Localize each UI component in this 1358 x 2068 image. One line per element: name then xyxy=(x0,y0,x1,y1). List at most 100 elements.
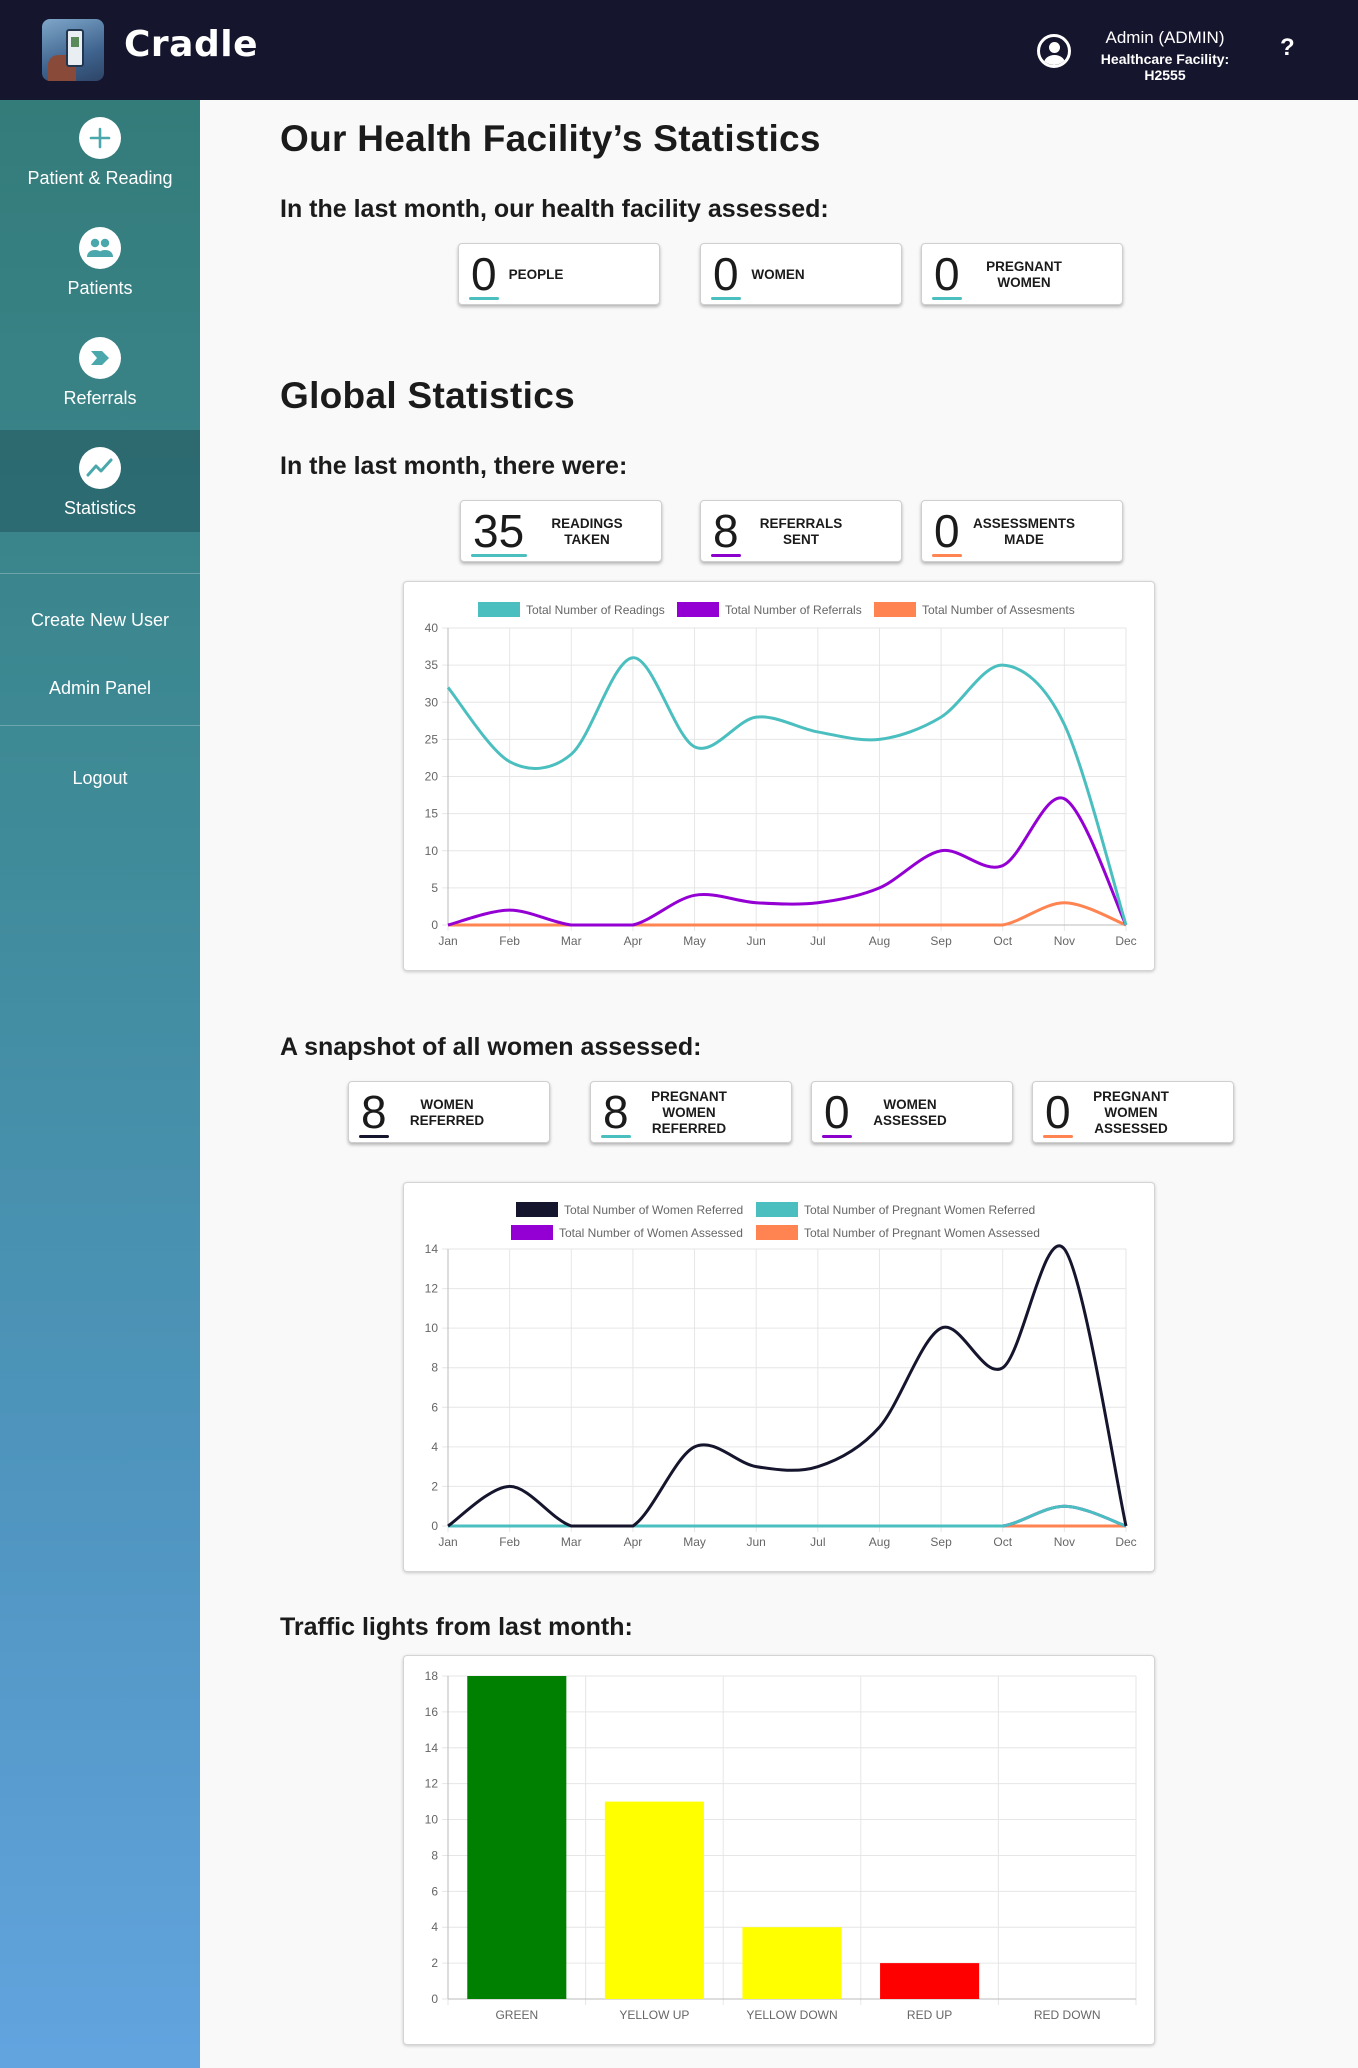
stat-value: 8 xyxy=(361,1086,387,1138)
legend-label: Total Number of Referrals xyxy=(725,603,862,617)
x-tick-label: Dec xyxy=(1115,934,1136,948)
facility-name: Healthcare Facility: H2555 xyxy=(1100,51,1230,83)
stat-card-readings: 35 READINGS TAKEN xyxy=(460,500,662,562)
stat-underline xyxy=(711,297,741,300)
stat-card-pregnant-women: 0 PREGNANT WOMEN xyxy=(921,243,1123,305)
stat-underline xyxy=(932,297,962,300)
y-tick-label: 16 xyxy=(425,1705,439,1719)
sidebar: Patient & Reading Patients Referrals Sta… xyxy=(0,100,200,2068)
sidebar-item-label: Referrals xyxy=(63,388,137,408)
y-tick-label: 0 xyxy=(431,1992,438,2006)
sidebar-item-patients[interactable]: Patients xyxy=(0,210,200,310)
x-tick-label: Oct xyxy=(993,1535,1012,1549)
logout-link[interactable]: Logout xyxy=(0,768,200,789)
legend-label: Total Number of Pregnant Women Referred xyxy=(804,1203,1035,1217)
stat-card-women: 0 WOMEN xyxy=(700,243,902,305)
x-tick-label: Nov xyxy=(1054,1535,1075,1549)
x-tick-label: May xyxy=(683,1535,706,1549)
x-tick-label: Apr xyxy=(624,1535,643,1549)
stat-label: REFERRALS SENT xyxy=(759,516,843,547)
stat-card-people: 0 PEOPLE xyxy=(458,243,660,305)
bar-green xyxy=(467,1676,567,1999)
x-tick-label: Jan xyxy=(438,934,457,948)
x-tick-label: YELLOW UP xyxy=(619,2008,689,2022)
x-tick-label: Nov xyxy=(1054,934,1075,948)
y-tick-label: 14 xyxy=(425,1741,439,1755)
cradle-logo[interactable] xyxy=(42,19,104,81)
facility-stats-subtitle: In the last month, our health facility a… xyxy=(280,195,829,223)
stat-value: 8 xyxy=(603,1086,629,1138)
y-tick-label: 40 xyxy=(425,621,439,635)
y-tick-label: 10 xyxy=(425,844,439,858)
y-tick-label: 8 xyxy=(431,1361,438,1375)
bar-red-up xyxy=(880,1963,980,1999)
send-icon xyxy=(79,337,121,379)
y-tick-label: 0 xyxy=(431,1519,438,1533)
x-tick-label: Aug xyxy=(869,1535,890,1549)
stat-value: 0 xyxy=(713,248,739,300)
account-circle-icon xyxy=(1037,34,1071,68)
x-tick-label: Mar xyxy=(561,1535,582,1549)
x-tick-label: Dec xyxy=(1115,1535,1136,1549)
stat-value: 0 xyxy=(1045,1086,1071,1138)
stat-underline xyxy=(601,1135,631,1138)
readings-line-chart: Jan Feb Mar Apr May Jun Jul Aug Sep Oct Nov Dec 0 5 10… xyxy=(425,602,1137,948)
stat-label: WOMEN xyxy=(751,267,805,282)
x-tick-label: Sep xyxy=(930,1535,952,1549)
chart-line-icon xyxy=(79,447,121,489)
create-new-user-link[interactable]: Create New User xyxy=(0,610,200,631)
y-tick-label: 0 xyxy=(431,918,438,932)
stat-underline xyxy=(1043,1135,1073,1138)
legend-swatch xyxy=(677,602,719,617)
stat-label: WOMEN ASSESSED xyxy=(873,1097,947,1128)
sidebar-item-statistics[interactable]: Statistics xyxy=(0,430,200,532)
sidebar-item-referrals[interactable]: Referrals xyxy=(0,320,200,420)
x-tick-label: Jul xyxy=(810,1535,825,1549)
y-tick-label: 18 xyxy=(425,1669,439,1683)
y-tick-label: 4 xyxy=(431,1920,438,1934)
sidebar-item-label: Statistics xyxy=(63,498,137,518)
y-tick-label: 10 xyxy=(425,1321,439,1335)
stat-card-women-referred: 8 WOMEN REFERRED xyxy=(348,1081,550,1143)
brand-title[interactable]: Cradle xyxy=(124,24,258,65)
legend-label: Total Number of Women Assessed xyxy=(559,1226,743,1240)
people-icon xyxy=(79,227,121,269)
bar-yellow-down xyxy=(742,1927,842,1999)
stat-card-women-assessed: 0 WOMEN ASSESSED xyxy=(811,1081,1013,1143)
sidebar-item-patient-reading[interactable]: Patient & Reading xyxy=(0,100,200,200)
series-line xyxy=(448,1504,1127,1528)
women-line-chart: Jan Feb Mar Apr May Jun Jul Aug Sep Oct Nov Dec 0 2 4 6… xyxy=(425,1202,1137,1549)
stat-card-pregnant-women-referred: 8 PREGNANT WOMEN REFERRED xyxy=(590,1081,792,1143)
y-tick-label: 25 xyxy=(425,732,439,746)
legend-label: Total Number of Assesments xyxy=(922,603,1075,617)
y-tick-label: 14 xyxy=(425,1242,439,1256)
x-tick-label: Jul xyxy=(810,934,825,948)
y-tick-label: 12 xyxy=(425,1777,439,1791)
series-line xyxy=(446,656,1128,926)
readings-chart-card: Jan Feb Mar Apr May Jun Jul Aug Sep Oct Nov Dec 0 5 10… xyxy=(403,581,1155,971)
x-tick-label: Feb xyxy=(499,1535,520,1549)
stat-value: 0 xyxy=(824,1086,850,1138)
stat-card-pregnant-women-assessed: 0 PREGNANT WOMEN ASSESSED xyxy=(1032,1081,1234,1143)
facility-stats-title: Our Health Facility’s Statistics xyxy=(280,118,821,159)
stat-value: 8 xyxy=(713,505,739,557)
y-tick-label: 20 xyxy=(425,770,439,784)
legend-swatch xyxy=(874,602,916,617)
y-tick-label: 6 xyxy=(431,1884,438,1898)
women-chart-card: Jan Feb Mar Apr May Jun Jul Aug Sep Oct Nov Dec 0 2 4 6… xyxy=(403,1182,1155,1572)
help-button[interactable]: ? xyxy=(1280,34,1295,62)
legend-label: Total Number of Readings xyxy=(526,603,665,617)
top-bar: Cradle Admin (ADMIN) Healthcare Facility… xyxy=(0,0,1358,100)
traffic-title: Traffic lights from last month: xyxy=(280,1613,633,1641)
series-line xyxy=(447,1244,1128,1528)
user-name: Admin (ADMIN) xyxy=(1105,28,1225,47)
stat-label: WOMEN REFERRED xyxy=(409,1097,485,1128)
stat-value: 0 xyxy=(934,505,960,557)
legend-swatch xyxy=(756,1225,798,1240)
x-tick-label: Feb xyxy=(499,934,520,948)
snapshot-title: A snapshot of all women assessed: xyxy=(280,1033,702,1061)
x-tick-label: May xyxy=(683,934,706,948)
legend-swatch xyxy=(511,1225,553,1240)
admin-panel-link[interactable]: Admin Panel xyxy=(0,678,200,699)
stat-underline xyxy=(822,1135,852,1138)
